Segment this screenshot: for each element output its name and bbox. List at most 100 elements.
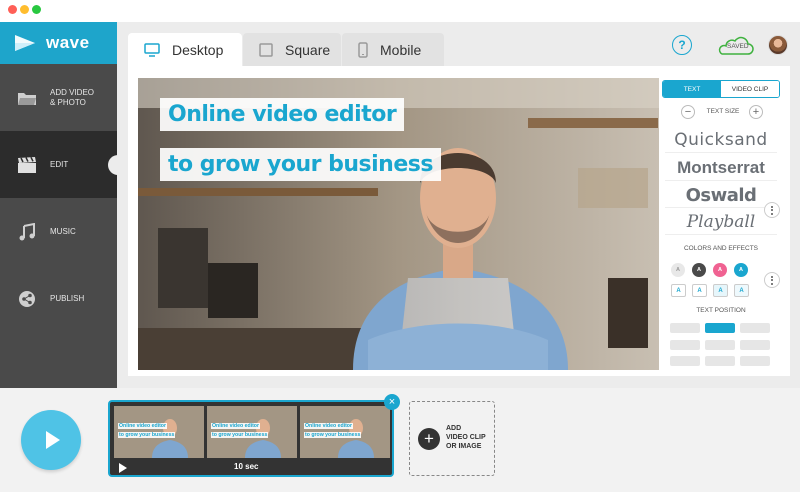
clip-duration: 10 sec bbox=[234, 462, 259, 471]
text-position-top-right[interactable] bbox=[740, 323, 770, 333]
brand-name: wave bbox=[46, 33, 90, 52]
tab-square[interactable]: Square bbox=[243, 33, 341, 67]
thumb-caption-2: to grow your business bbox=[304, 432, 362, 438]
minimize-window-dot[interactable] bbox=[20, 5, 29, 14]
colors-effects-label: COLORS AND EFFECTS bbox=[683, 245, 759, 252]
text-size-label: TEXT SIZE bbox=[706, 108, 740, 115]
saved-label: SAVED bbox=[727, 43, 749, 50]
effect-letter: A bbox=[676, 287, 681, 294]
color-swatch-pink[interactable]: A bbox=[713, 263, 727, 277]
close-window-dot[interactable] bbox=[8, 5, 17, 14]
thumb-caption-1: Online video editor bbox=[118, 423, 167, 429]
text-position-middle-right[interactable] bbox=[740, 340, 770, 350]
text-position-bottom-center[interactable] bbox=[705, 356, 735, 366]
text-position-middle-center[interactable] bbox=[705, 340, 735, 350]
swatch-letter: A bbox=[676, 267, 680, 273]
sidebar-label-line2: & PHOTO bbox=[50, 97, 86, 107]
thumb-caption-1: Online video editor bbox=[211, 423, 260, 429]
tab-video-clip[interactable]: VIDEO CLIP bbox=[721, 81, 779, 97]
folder-icon bbox=[16, 87, 38, 109]
plus-icon: + bbox=[752, 105, 760, 118]
add-clip-label: ADD VIDEO CLIP OR IMAGE bbox=[446, 425, 486, 451]
minus-icon: − bbox=[684, 105, 692, 118]
sidebar-item-edit[interactable]: EDIT bbox=[0, 131, 118, 198]
swatch-letter: A bbox=[739, 267, 743, 273]
avatar[interactable] bbox=[768, 35, 788, 55]
swatch-letter: A bbox=[718, 267, 722, 273]
font-option-playball[interactable]: Playball bbox=[665, 210, 777, 235]
add-clip-line2: VIDEO CLIP bbox=[446, 434, 486, 442]
effect-option-2[interactable]: A bbox=[692, 284, 707, 297]
wave-logo-icon bbox=[15, 35, 35, 51]
effects-more-options-button[interactable] bbox=[764, 272, 780, 288]
video-preview[interactable]: Online video editor to grow your busines… bbox=[138, 78, 659, 370]
text-position-bottom-right[interactable] bbox=[740, 356, 770, 366]
saved-status: SAVED bbox=[716, 36, 754, 56]
caption-line-2[interactable]: to grow your business bbox=[160, 148, 441, 181]
sidebar-label-line1: ADD VIDEO bbox=[50, 87, 95, 97]
desktop-icon bbox=[144, 43, 160, 57]
color-swatch-light[interactable]: A bbox=[671, 263, 685, 277]
effect-option-4[interactable]: A bbox=[734, 284, 749, 297]
sidebar-item-label: PUBLISH bbox=[50, 293, 85, 303]
add-video-clip-button[interactable]: + ADD VIDEO CLIP OR IMAGE bbox=[409, 401, 495, 476]
add-icon: + bbox=[418, 427, 440, 450]
tab-label: Desktop bbox=[172, 42, 224, 58]
play-icon bbox=[46, 431, 60, 449]
play-button[interactable] bbox=[21, 410, 81, 470]
tab-desktop[interactable]: Desktop bbox=[128, 33, 242, 67]
clapperboard-icon bbox=[16, 154, 38, 176]
effect-letter: A bbox=[697, 287, 702, 294]
color-swatch-blue[interactable]: A bbox=[734, 263, 748, 277]
close-icon: × bbox=[388, 395, 396, 408]
sidebar-item-label: MUSIC bbox=[50, 226, 76, 236]
remove-clip-button[interactable]: × bbox=[384, 394, 400, 410]
thumb-caption-1: Online video editor bbox=[304, 423, 353, 429]
clip-thumbnail: Online video editor to grow your busines… bbox=[114, 406, 204, 458]
text-position-middle-left[interactable] bbox=[670, 340, 700, 350]
sidebar-item-music[interactable]: MUSIC bbox=[0, 198, 117, 265]
effect-option-3[interactable]: A bbox=[713, 284, 728, 297]
maximize-window-dot[interactable] bbox=[32, 5, 41, 14]
clip-thumbnail: Online video editor to grow your busines… bbox=[207, 406, 297, 458]
window-titlebar bbox=[0, 0, 800, 22]
square-icon bbox=[259, 43, 273, 57]
effect-letter: A bbox=[718, 287, 723, 294]
text-position-top-left[interactable] bbox=[670, 323, 700, 333]
share-icon bbox=[16, 288, 38, 310]
effect-option-1[interactable]: A bbox=[671, 284, 686, 297]
mobile-icon bbox=[358, 42, 368, 58]
sidebar-item-label: ADD VIDEO & PHOTO bbox=[50, 88, 94, 107]
text-position-top-center[interactable] bbox=[705, 323, 735, 333]
effect-letter: A bbox=[739, 287, 744, 294]
sidebar-item-publish[interactable]: PUBLISH bbox=[0, 265, 117, 332]
font-option-quicksand[interactable]: Quicksand bbox=[665, 128, 777, 153]
add-clip-line1: ADD bbox=[446, 425, 462, 433]
text-position-bottom-left[interactable] bbox=[670, 356, 700, 366]
tab-text[interactable]: TEXT bbox=[663, 81, 721, 97]
clip-play-icon[interactable] bbox=[118, 463, 128, 473]
help-icon: ? bbox=[678, 38, 686, 52]
font-option-montserrat[interactable]: Montserrat bbox=[665, 156, 777, 181]
thumb-caption-2: to grow your business bbox=[118, 432, 176, 438]
swatch-letter: A bbox=[697, 267, 701, 273]
text-size-increase-button[interactable]: + bbox=[749, 105, 763, 119]
music-icon bbox=[16, 221, 38, 243]
thumb-caption-2: to grow your business bbox=[211, 432, 269, 438]
logo[interactable]: wave bbox=[0, 22, 117, 64]
font-option-oswald[interactable]: Oswald bbox=[665, 183, 777, 208]
font-more-options-button[interactable] bbox=[764, 202, 780, 218]
color-swatch-dark[interactable]: A bbox=[692, 263, 706, 277]
text-size-decrease-button[interactable]: − bbox=[681, 105, 695, 119]
tab-mobile[interactable]: Mobile bbox=[342, 33, 444, 67]
sidebar-item-add-video[interactable]: ADD VIDEO & PHOTO bbox=[0, 64, 117, 131]
caption-line-1[interactable]: Online video editor bbox=[160, 98, 405, 131]
panel-tabs: TEXT VIDEO CLIP bbox=[662, 80, 780, 98]
tab-label: Mobile bbox=[380, 42, 422, 58]
clip-thumbnail: Online video editor to grow your busines… bbox=[300, 406, 390, 458]
help-button[interactable]: ? bbox=[672, 35, 692, 55]
text-position-label: TEXT POSITION bbox=[696, 307, 746, 314]
add-clip-line3: OR IMAGE bbox=[446, 442, 482, 450]
sidebar-item-label: EDIT bbox=[50, 159, 69, 169]
tab-label: Square bbox=[285, 42, 331, 58]
